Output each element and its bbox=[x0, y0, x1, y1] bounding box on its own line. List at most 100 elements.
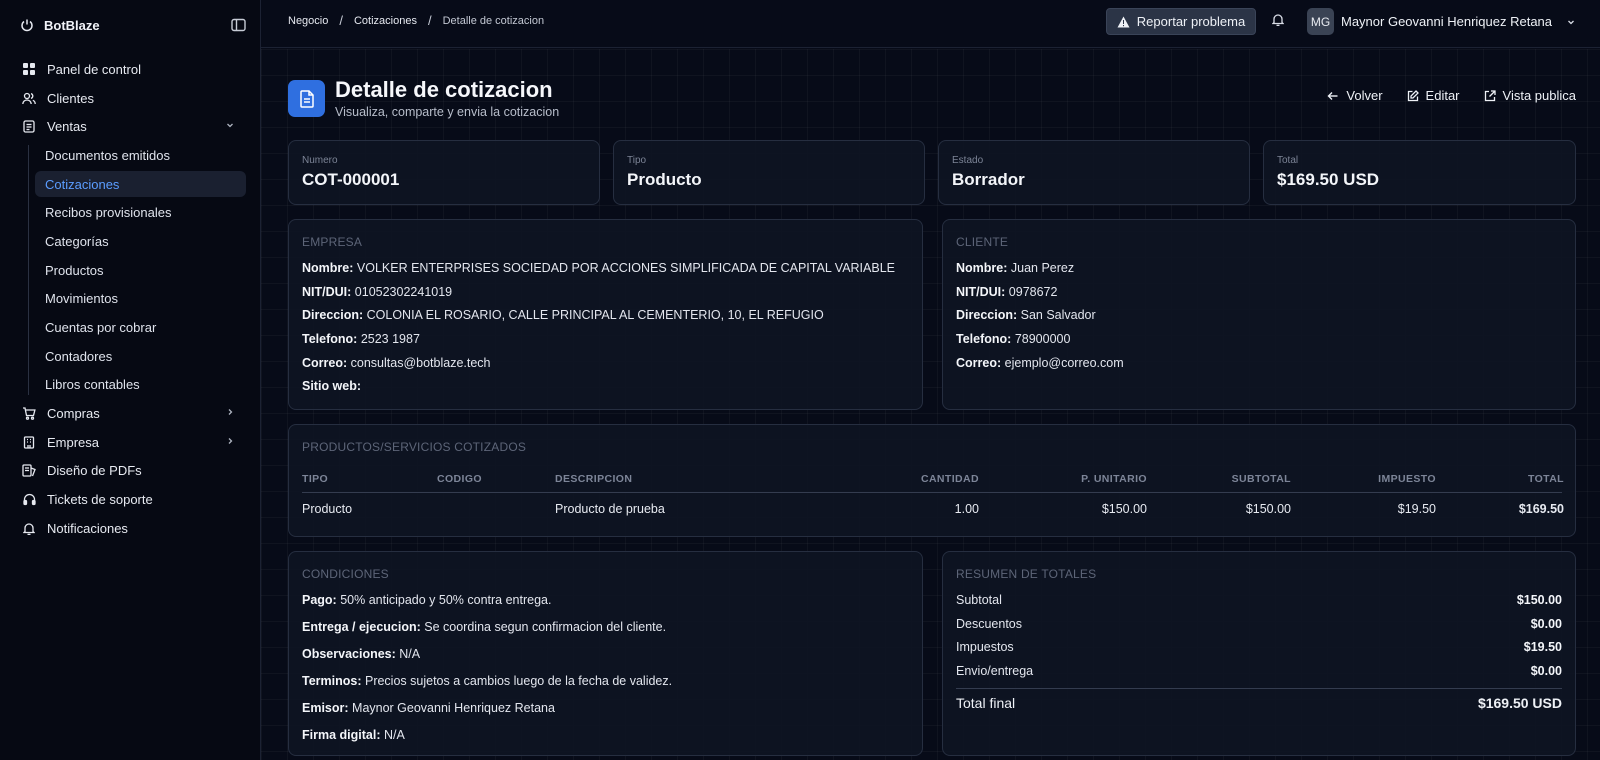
external-link-icon bbox=[1484, 89, 1496, 102]
resumen-divider bbox=[956, 688, 1562, 689]
stat-estado: Estado Borrador bbox=[938, 140, 1250, 205]
sidebar: BotBlaze Panel de control Clientes Venta… bbox=[0, 0, 261, 760]
sidebar-subitem-contadores[interactable]: Contadores bbox=[0, 342, 261, 371]
cliente-correo: Correo: ejemplo@correo.com bbox=[956, 356, 1124, 370]
chevron-right-icon bbox=[225, 436, 235, 446]
user-menu[interactable]: MG Maynor Geovanni Henriquez Retana bbox=[1307, 8, 1576, 35]
back-button[interactable]: Volver bbox=[1315, 88, 1394, 103]
condicion-observaciones: Observaciones: N/A bbox=[302, 647, 421, 661]
productos-card: PRODUCTOS/SERVICIOS COTIZADOS TIPO CODIG… bbox=[288, 424, 1576, 537]
notifications-bell-icon[interactable] bbox=[1272, 13, 1284, 26]
sidebar-item-tickets[interactable]: Tickets de soporte bbox=[0, 485, 261, 514]
cell-punitario: $150.00 bbox=[1101, 502, 1147, 516]
sidebar-subitem-cotizaciones[interactable]: Cotizaciones bbox=[0, 170, 261, 199]
dashboard-icon bbox=[22, 62, 36, 76]
sidebar-subitem-documentos[interactable]: Documentos emitidos bbox=[0, 141, 261, 170]
section-title: RESUMEN DE TOTALES bbox=[956, 567, 1097, 581]
stat-tipo: Tipo Producto bbox=[613, 140, 925, 205]
condicion-emisor: Emisor: Maynor Geovanni Henriquez Retana bbox=[302, 701, 555, 715]
stat-label: Tipo bbox=[627, 155, 647, 166]
chevron-down-icon bbox=[225, 120, 235, 130]
sidebar-item-empresa[interactable]: Empresa bbox=[0, 428, 261, 457]
sidebar-subitem-label: Recibos provisionales bbox=[45, 205, 172, 221]
empresa-correo: Correo: consultas@botblaze.tech bbox=[302, 356, 491, 370]
power-logo-icon bbox=[20, 18, 34, 32]
breadcrumb-current: Detalle de cotizacion bbox=[442, 14, 545, 27]
sidebar-subitem-label: Productos bbox=[45, 262, 104, 278]
sidebar-subitem-categorias[interactable]: Categorías bbox=[0, 227, 261, 256]
stat-label: Total bbox=[1277, 155, 1299, 166]
bell-icon bbox=[22, 521, 36, 535]
report-problem-button[interactable]: Reportar problema bbox=[1106, 8, 1256, 35]
users-icon bbox=[22, 91, 36, 105]
sidebar-subitem-recibos[interactable]: Recibos provisionales bbox=[0, 198, 261, 227]
pdf-design-icon bbox=[22, 464, 36, 478]
stat-total: Total $169.50 USD bbox=[1263, 140, 1576, 205]
col-header-total: TOTAL bbox=[1527, 473, 1564, 485]
sidebar-item-label: Panel de control bbox=[47, 61, 141, 77]
sidebar-subitem-label: Categorías bbox=[45, 233, 109, 249]
sidebar-item-panel[interactable]: Panel de control bbox=[0, 55, 261, 84]
condicion-terminos: Terminos: Precios sujetos a cambios lueg… bbox=[302, 674, 673, 688]
public-view-button[interactable]: Vista publica bbox=[1472, 88, 1588, 103]
arrow-left-icon bbox=[1327, 90, 1339, 102]
edit-button[interactable]: Editar bbox=[1395, 88, 1472, 103]
sidebar-item-label: Compras bbox=[47, 406, 100, 422]
cell-total: $169.50 bbox=[1518, 502, 1564, 516]
stat-label: Numero bbox=[302, 155, 338, 166]
col-header-subtotal: SUBTOTAL bbox=[1231, 473, 1291, 485]
warning-icon bbox=[1117, 16, 1130, 28]
sidebar-item-compras[interactable]: Compras bbox=[0, 399, 261, 428]
empresa-sitio-web: Sitio web: bbox=[302, 379, 362, 393]
sidebar-subitem-movimientos[interactable]: Movimientos bbox=[0, 285, 261, 314]
page-title: Detalle de cotizacion bbox=[335, 77, 553, 102]
sidebar-toggle-icon[interactable] bbox=[231, 18, 246, 32]
sidebar-subitem-cuentas[interactable]: Cuentas por cobrar bbox=[0, 313, 261, 342]
header-actions: Volver Editar Vista publica bbox=[1315, 88, 1588, 103]
cliente-direccion: Direccion: San Salvador bbox=[956, 308, 1096, 322]
stat-value: Producto bbox=[627, 170, 702, 189]
public-view-label: Vista publica bbox=[1502, 88, 1576, 103]
cliente-telefono: Telefono: 78900000 bbox=[956, 332, 1071, 346]
sidebar-subitem-label: Documentos emitidos bbox=[45, 147, 170, 163]
sidebar-item-label: Ventas bbox=[47, 119, 87, 135]
breadcrumb-cotizaciones[interactable]: Cotizaciones bbox=[354, 15, 417, 27]
brand: BotBlaze bbox=[20, 14, 246, 36]
stat-value: COT-000001 bbox=[302, 170, 400, 189]
sidebar-item-clientes[interactable]: Clientes bbox=[0, 84, 261, 113]
resumen-card: RESUMEN DE TOTALES Subtotal $150.00 Descu… bbox=[942, 551, 1576, 756]
sidebar-item-ventas[interactable]: Ventas bbox=[0, 112, 261, 141]
headset-icon bbox=[22, 493, 36, 507]
sidebar-subitem-productos[interactable]: Productos bbox=[0, 256, 261, 285]
sidebar-subitem-libros[interactable]: Libros contables bbox=[0, 371, 261, 400]
chevron-down-icon bbox=[1566, 17, 1576, 27]
empresa-card: EMPRESA Nombre: VOLKER ENTERPRISES SOCIE… bbox=[288, 219, 923, 410]
sidebar-subitem-label: Cuentas por cobrar bbox=[45, 320, 157, 336]
col-header-impuesto: IMPUESTO bbox=[1378, 473, 1436, 485]
resumen-envio: Envio/entrega $0.00 bbox=[956, 664, 1562, 678]
empresa-nombre: Nombre: VOLKER ENTERPRISES SOCIEDAD POR … bbox=[302, 261, 895, 275]
sidebar-item-notificaciones[interactable]: Notificaciones bbox=[0, 514, 261, 543]
sidebar-item-pdfs[interactable]: Diseño de PDFs bbox=[0, 457, 261, 486]
cell-subtotal: $150.00 bbox=[1245, 502, 1291, 516]
resumen-descuentos: Descuentos $0.00 bbox=[956, 617, 1562, 631]
sidebar-subitem-label: Cotizaciones bbox=[45, 176, 120, 192]
sidebar-item-label: Tickets de soporte bbox=[47, 492, 153, 508]
breadcrumb-negocio[interactable]: Negocio bbox=[288, 15, 328, 27]
stat-label: Estado bbox=[952, 155, 984, 166]
topbar: Negocio / Cotizaciones / Detalle de coti… bbox=[261, 0, 1600, 48]
resumen-subtotal: Subtotal $150.00 bbox=[956, 593, 1562, 607]
stat-numero: Numero COT-000001 bbox=[288, 140, 600, 205]
cliente-nombre: Nombre: Juan Perez bbox=[956, 261, 1075, 275]
stat-value: Borrador bbox=[952, 170, 1025, 189]
sidebar-item-label: Clientes bbox=[47, 90, 94, 106]
sidebar-subitem-label: Contadores bbox=[45, 348, 113, 364]
avatar: MG bbox=[1307, 8, 1334, 35]
chevron-right-icon bbox=[225, 407, 235, 417]
cell-cantidad: 1.00 bbox=[954, 502, 979, 516]
condiciones-card: CONDICIONES Pago: 50% anticipado y 50% c… bbox=[288, 551, 923, 756]
edit-label: Editar bbox=[1425, 88, 1460, 103]
main-content: Detalle de cotizacion Visualiza, compart… bbox=[261, 49, 1600, 760]
cell-impuesto: $19.50 bbox=[1397, 502, 1436, 516]
col-header-cantidad: CANTIDAD bbox=[920, 473, 979, 485]
